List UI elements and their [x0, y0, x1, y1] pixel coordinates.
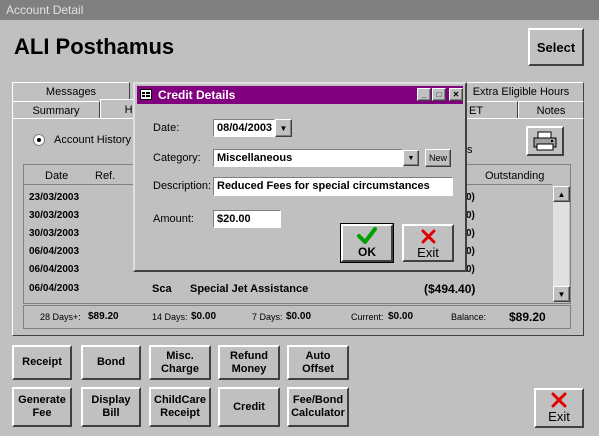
account-name: ALI Posthamus [14, 34, 175, 59]
column-ref: Ref. [95, 170, 116, 182]
tab-summary[interactable]: Summary [12, 101, 100, 119]
credit-button[interactable]: Credit [218, 387, 280, 427]
generate-fee-button[interactable]: Generate Fee [12, 387, 72, 427]
tab-et[interactable]: ET [462, 101, 518, 119]
amount-label: Amount: [153, 213, 194, 225]
amount-field[interactable]: $20.00 [213, 210, 281, 228]
credit-details-dialog: Credit Details _ □ ✕ Date: 08/04/2003 ▼ … [133, 82, 467, 272]
auto-offset-button[interactable]: Auto Offset [287, 345, 349, 380]
history-option-fragment: s [467, 144, 473, 156]
row-amount: 0) [466, 246, 475, 257]
dialog-title: Credit Details [158, 88, 236, 102]
window-title: Account Detail [6, 3, 84, 17]
scroll-up-button[interactable]: ▲ [553, 186, 570, 202]
printer-icon [533, 131, 557, 151]
ok-label: OK [358, 245, 376, 259]
bond-button[interactable]: Bond [81, 345, 141, 380]
tab-notes[interactable]: Notes [518, 101, 584, 119]
dialog-exit-label: Exit [417, 245, 439, 260]
column-date: Date [45, 170, 69, 182]
fee-bond-calculator-button[interactable]: Fee/Bond Calculator [287, 387, 349, 427]
exit-button[interactable]: Exit [534, 388, 584, 428]
row-date: 30/03/2003 [29, 228, 80, 239]
account-history-radio[interactable] [33, 134, 45, 146]
total-28-days: $89.20 [88, 311, 119, 322]
row-date: 30/03/2003 [29, 210, 80, 221]
print-button[interactable] [526, 126, 564, 156]
tab-extra-eligible-hours[interactable]: Extra Eligible Hours [458, 82, 584, 101]
row-amount: ($494.40) [424, 282, 476, 296]
form-icon [140, 89, 152, 100]
row-amount: 0) [466, 264, 475, 275]
total-14-days: $0.00 [191, 311, 217, 322]
receipt-button[interactable]: Receipt [12, 345, 72, 380]
date-dropdown-button[interactable]: ▼ [275, 119, 292, 137]
date-label: Date: [153, 122, 180, 134]
refund-money-button[interactable]: Refund Money [218, 345, 280, 380]
maximize-button[interactable]: □ [432, 88, 446, 101]
date-field[interactable]: 08/04/2003 [213, 119, 275, 137]
ok-button[interactable]: OK [340, 223, 394, 263]
childcare-receipt-button[interactable]: ChildCare Receipt [149, 387, 211, 427]
close-x-icon [421, 229, 436, 244]
dialog-exit-button[interactable]: Exit [402, 224, 454, 262]
dialog-titlebar: Credit Details _ □ ✕ [137, 86, 463, 104]
row-date: 06/04/2003 [29, 264, 80, 275]
category-label: Category: [153, 152, 201, 164]
total-7-days: $0.00 [286, 311, 312, 322]
row-description: Special Jet Assistance [190, 283, 309, 295]
row-date: 06/04/2003 [29, 246, 80, 257]
row-date: 23/03/2003 [29, 192, 80, 203]
category-dropdown-button[interactable]: ▼ [403, 150, 419, 166]
row-amount: 0) [466, 210, 475, 221]
exit-label: Exit [548, 409, 570, 424]
row-amount: 0) [466, 192, 475, 203]
select-button[interactable]: Select [528, 28, 584, 66]
scroll-down-button[interactable]: ▼ [553, 286, 570, 302]
close-x-icon [551, 392, 567, 408]
category-select[interactable]: Miscellaneous [213, 149, 403, 167]
column-outstanding: Outstanding [485, 170, 545, 182]
history-scrollbar[interactable]: ▲ ▼ [552, 186, 570, 302]
new-category-button[interactable]: New [425, 149, 451, 167]
checkmark-icon [357, 227, 377, 244]
row-date: 06/04/2003 [29, 283, 80, 294]
misc-charge-button[interactable]: Misc. Charge [149, 345, 211, 380]
close-button[interactable]: ✕ [449, 88, 463, 101]
description-label: Description: [153, 180, 212, 192]
row-ref: Sca [152, 283, 172, 295]
totals-bar: 28 Days+: $89.20 14 Days: $0.00 7 Days: … [23, 305, 571, 329]
window-titlebar: Account Detail [0, 0, 599, 20]
display-bill-button[interactable]: Display Bill [81, 387, 141, 427]
description-field[interactable]: Reduced Fees for special circumstances [213, 177, 453, 196]
minimize-button[interactable]: _ [417, 88, 431, 101]
total-balance: $89.20 [509, 310, 546, 324]
row-amount: 0) [466, 228, 475, 239]
account-history-label: Account History [54, 134, 132, 146]
total-current: $0.00 [388, 311, 414, 322]
